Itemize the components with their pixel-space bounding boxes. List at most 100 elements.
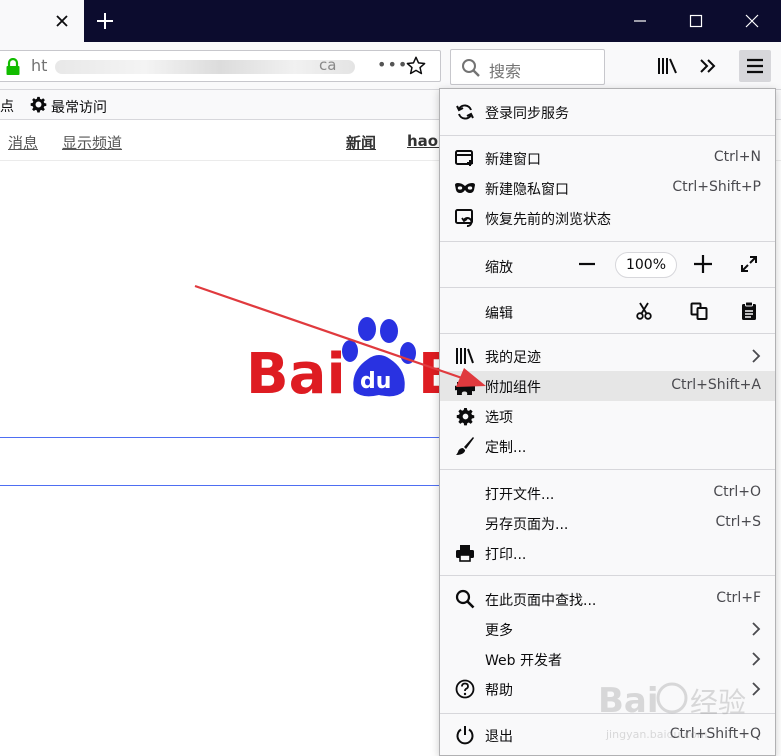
menu-separator	[440, 333, 775, 334]
menu-customize[interactable]: 定制...	[440, 431, 775, 461]
chevron-right-icon	[751, 348, 761, 368]
menu-label: 编辑	[485, 306, 513, 322]
private-mask-icon	[454, 178, 476, 198]
zoom-reset-button[interactable]: 100%	[615, 252, 677, 278]
menu-separator	[440, 575, 775, 576]
menu-label: 在此页面中查找...	[485, 593, 597, 609]
menu-label: 附加组件	[485, 380, 541, 396]
menu-label: 新建窗口	[485, 152, 541, 168]
baidu-logo[interactable]: Bai du B	[246, 311, 461, 407]
search-icon	[461, 58, 481, 82]
menu-new-private-window[interactable]: 新建隐私窗口 Ctrl+Shift+P	[440, 173, 775, 203]
svg-text:Bai: Bai	[598, 681, 659, 721]
link-messages[interactable]: 消息	[8, 132, 38, 153]
menu-print[interactable]: 打印...	[440, 538, 775, 568]
url-text: ht	[31, 56, 48, 75]
new-window-icon	[454, 148, 476, 168]
menu-label: 缩放	[485, 260, 513, 276]
menu-label: 恢复先前的浏览状态	[485, 212, 611, 228]
menu-shortcut: Ctrl+N	[713, 149, 761, 165]
chevron-right-icon	[751, 621, 761, 641]
gear-icon	[30, 96, 47, 117]
menu-save-page-as[interactable]: 另存页面为... Ctrl+S	[440, 508, 775, 538]
url-redacted	[55, 60, 355, 74]
power-icon	[454, 725, 476, 745]
menu-shortcut: Ctrl+Shift+P	[672, 179, 761, 195]
printer-icon	[454, 543, 476, 563]
menu-label: 我的足迹	[485, 350, 541, 366]
fullscreen-icon[interactable]	[736, 251, 762, 277]
minimize-icon[interactable]	[612, 0, 668, 42]
paste-clipboard-icon[interactable]	[735, 297, 763, 325]
bookmark-star-icon[interactable]	[405, 55, 427, 81]
menu-more[interactable]: 更多	[440, 614, 775, 644]
menu-separator	[440, 241, 775, 242]
search-input-bottom-border	[0, 485, 440, 486]
menu-shortcut: Ctrl+Shift+A	[671, 377, 761, 393]
menu-open-file[interactable]: 打开文件... Ctrl+O	[440, 478, 775, 508]
svg-text:经验: 经验	[690, 686, 746, 719]
tab-close-icon[interactable]	[50, 10, 74, 32]
maximize-icon[interactable]	[668, 0, 724, 42]
svg-text:Bai: Bai	[246, 342, 346, 401]
menu-label: 选项	[485, 410, 513, 426]
help-icon	[454, 679, 476, 699]
menu-label: 打印...	[485, 547, 527, 563]
bookmark-label: 最常访问	[51, 99, 107, 116]
menu-label: 更多	[485, 623, 513, 639]
browser-tab[interactable]	[0, 0, 84, 42]
copy-icon[interactable]	[685, 297, 713, 325]
title-bar	[0, 0, 781, 42]
menu-restore-session[interactable]: 恢复先前的浏览状态	[440, 203, 775, 233]
menu-shortcut: Ctrl+F	[716, 590, 761, 606]
restore-session-icon	[454, 208, 476, 228]
menu-label: 定制...	[485, 440, 527, 456]
gear-icon	[454, 406, 476, 426]
menu-shortcut: Ctrl+S	[715, 514, 761, 530]
search-icon	[454, 589, 476, 609]
menu-sync[interactable]: 登录同步服务	[440, 97, 775, 127]
menu-zoom-row: 缩放 100%	[440, 243, 775, 287]
nav-toolbar: ht ca ••• 搜索	[0, 42, 781, 90]
menu-addons[interactable]: 附加组件 Ctrl+Shift+A	[440, 371, 775, 401]
menu-label: 另存页面为...	[485, 517, 569, 533]
menu-label: 登录同步服务	[485, 106, 569, 122]
baidu-jingyan-watermark: Bai 经验 jingyan.baidu.com	[598, 681, 746, 741]
lock-icon	[5, 57, 21, 80]
page-actions-icon[interactable]: •••	[377, 55, 408, 74]
library-icon	[454, 346, 476, 366]
bookmark-item[interactable]: 点	[0, 96, 14, 116]
menu-separator	[440, 469, 775, 470]
menu-label: 退出	[485, 729, 513, 745]
library-icon[interactable]	[652, 50, 684, 82]
double-chevron-icon[interactable]	[692, 50, 724, 82]
menu-shortcut: Ctrl+O	[713, 484, 761, 500]
bookmark-label: 点	[0, 99, 14, 115]
bookmark-most-visited[interactable]: 最常访问	[30, 96, 107, 117]
zoom-out-minus-icon[interactable]	[574, 251, 600, 277]
menu-label: 打开文件...	[485, 487, 555, 503]
sync-icon	[454, 102, 476, 122]
menu-new-window[interactable]: 新建窗口 Ctrl+N	[440, 143, 775, 173]
menu-options[interactable]: 选项	[440, 401, 775, 431]
menu-separator	[440, 135, 775, 136]
close-window-icon[interactable]	[724, 0, 780, 42]
zoom-in-plus-icon[interactable]	[690, 251, 716, 277]
search-placeholder: 搜索	[489, 62, 522, 81]
url-suffix: ca	[319, 56, 337, 74]
menu-label: 新建隐私窗口	[485, 182, 569, 198]
menu-edit-row: 编辑	[440, 289, 775, 333]
menu-find-in-page[interactable]: 在此页面中查找... Ctrl+F	[440, 584, 775, 614]
search-box[interactable]: 搜索	[450, 49, 605, 85]
link-news[interactable]: 新闻	[346, 132, 376, 153]
search-input-top-border	[0, 437, 440, 438]
hamburger-menu-icon[interactable]	[739, 50, 771, 82]
link-show-channels[interactable]: 显示频道	[62, 132, 122, 153]
new-tab-plus-icon[interactable]	[92, 8, 118, 34]
cut-scissors-icon[interactable]	[630, 297, 658, 325]
menu-label: Web 开发者	[485, 653, 562, 669]
url-bar[interactable]: ht ca •••	[0, 50, 441, 82]
menu-separator	[440, 287, 775, 288]
paintbrush-icon	[454, 436, 476, 456]
menu-library[interactable]: 我的足迹	[440, 341, 775, 371]
